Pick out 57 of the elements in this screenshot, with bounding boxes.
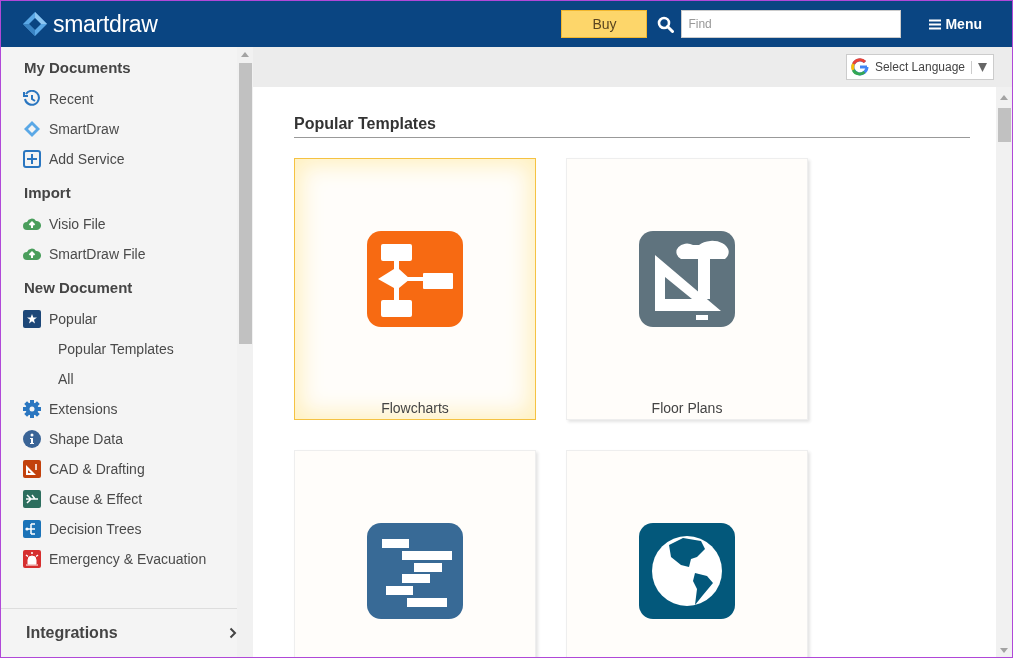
sidebar-item[interactable]: CAD & Drafting	[23, 454, 237, 484]
dropdown-arrow-icon	[978, 62, 987, 72]
logo-icon	[23, 12, 47, 36]
section-heading: My Documents	[24, 59, 132, 76]
scrollbar[interactable]	[237, 47, 253, 657]
sidebar-item[interactable]: Recent	[23, 84, 237, 114]
sidebar-item[interactable]: Cause & Effect	[23, 484, 237, 514]
logo-text: smartdraw	[53, 10, 158, 38]
sidebar-item[interactable]: SmartDraw File	[23, 239, 237, 269]
sidebar-item[interactable]: Add Service	[23, 144, 237, 174]
sidebar-item[interactable]: Decision Trees	[23, 514, 237, 544]
scrollbar-thumb[interactable]	[238, 63, 252, 344]
sidebar-item[interactable]: Visio File	[23, 209, 237, 239]
alarm-light-icon	[23, 550, 41, 568]
language-select[interactable]: Select Language	[845, 54, 994, 80]
sidebar-item[interactable]: Emergency & Evacuation	[23, 544, 237, 574]
google-icon	[850, 58, 869, 76]
menu-button[interactable]: Menu	[923, 15, 988, 33]
cloud-upload-icon	[23, 247, 41, 261]
sidebar-item[interactable]: Extensions	[23, 394, 237, 424]
chevron-right-icon	[229, 627, 237, 639]
section-heading: Import	[24, 184, 72, 201]
search-icon[interactable]	[657, 15, 675, 33]
template-card[interactable]: Floor Plans	[566, 158, 808, 420]
template-card[interactable]: Flowcharts	[294, 158, 536, 420]
scrollbar-thumb[interactable]	[997, 108, 1011, 142]
menu-icon	[929, 18, 942, 30]
sidebar-item[interactable]: Shape Data	[23, 424, 237, 454]
globe-icon	[639, 523, 735, 619]
search-field[interactable]: Find	[681, 10, 902, 38]
scroll-up-icon[interactable]	[1000, 95, 1008, 100]
buy-button[interactable]: Buy	[561, 10, 648, 38]
fishbone-icon	[23, 490, 41, 508]
section-title: Popular Templates	[294, 115, 970, 138]
scroll-up-icon[interactable]	[241, 52, 249, 57]
template-card[interactable]	[294, 450, 536, 657]
sidebar-item[interactable]: SmartDraw	[23, 114, 237, 144]
sidebar-item[interactable]: Popular	[23, 304, 237, 334]
card-label: Flowcharts	[381, 400, 449, 416]
decision-tree-icon	[23, 520, 41, 538]
cloud-upload-icon	[23, 217, 41, 231]
set-square-icon	[23, 460, 41, 478]
gantt-chart-icon	[367, 523, 463, 619]
scrollbar[interactable]	[996, 87, 1012, 657]
history-icon	[23, 90, 41, 108]
template-card[interactable]	[566, 450, 808, 657]
info-icon	[23, 430, 41, 448]
card-label: Floor Plans	[651, 400, 723, 416]
sidebar-subitem[interactable]: All	[23, 364, 237, 394]
scroll-down-icon[interactable]	[1000, 648, 1008, 653]
sidebar-subitem[interactable]: Popular Templates	[23, 334, 237, 364]
flowchart-icon	[367, 231, 463, 327]
section-heading: New Document	[24, 279, 134, 296]
logo-icon	[23, 120, 41, 138]
plus-square-icon	[23, 150, 41, 168]
gear-icon	[23, 400, 41, 418]
set-square-icon	[639, 231, 735, 327]
